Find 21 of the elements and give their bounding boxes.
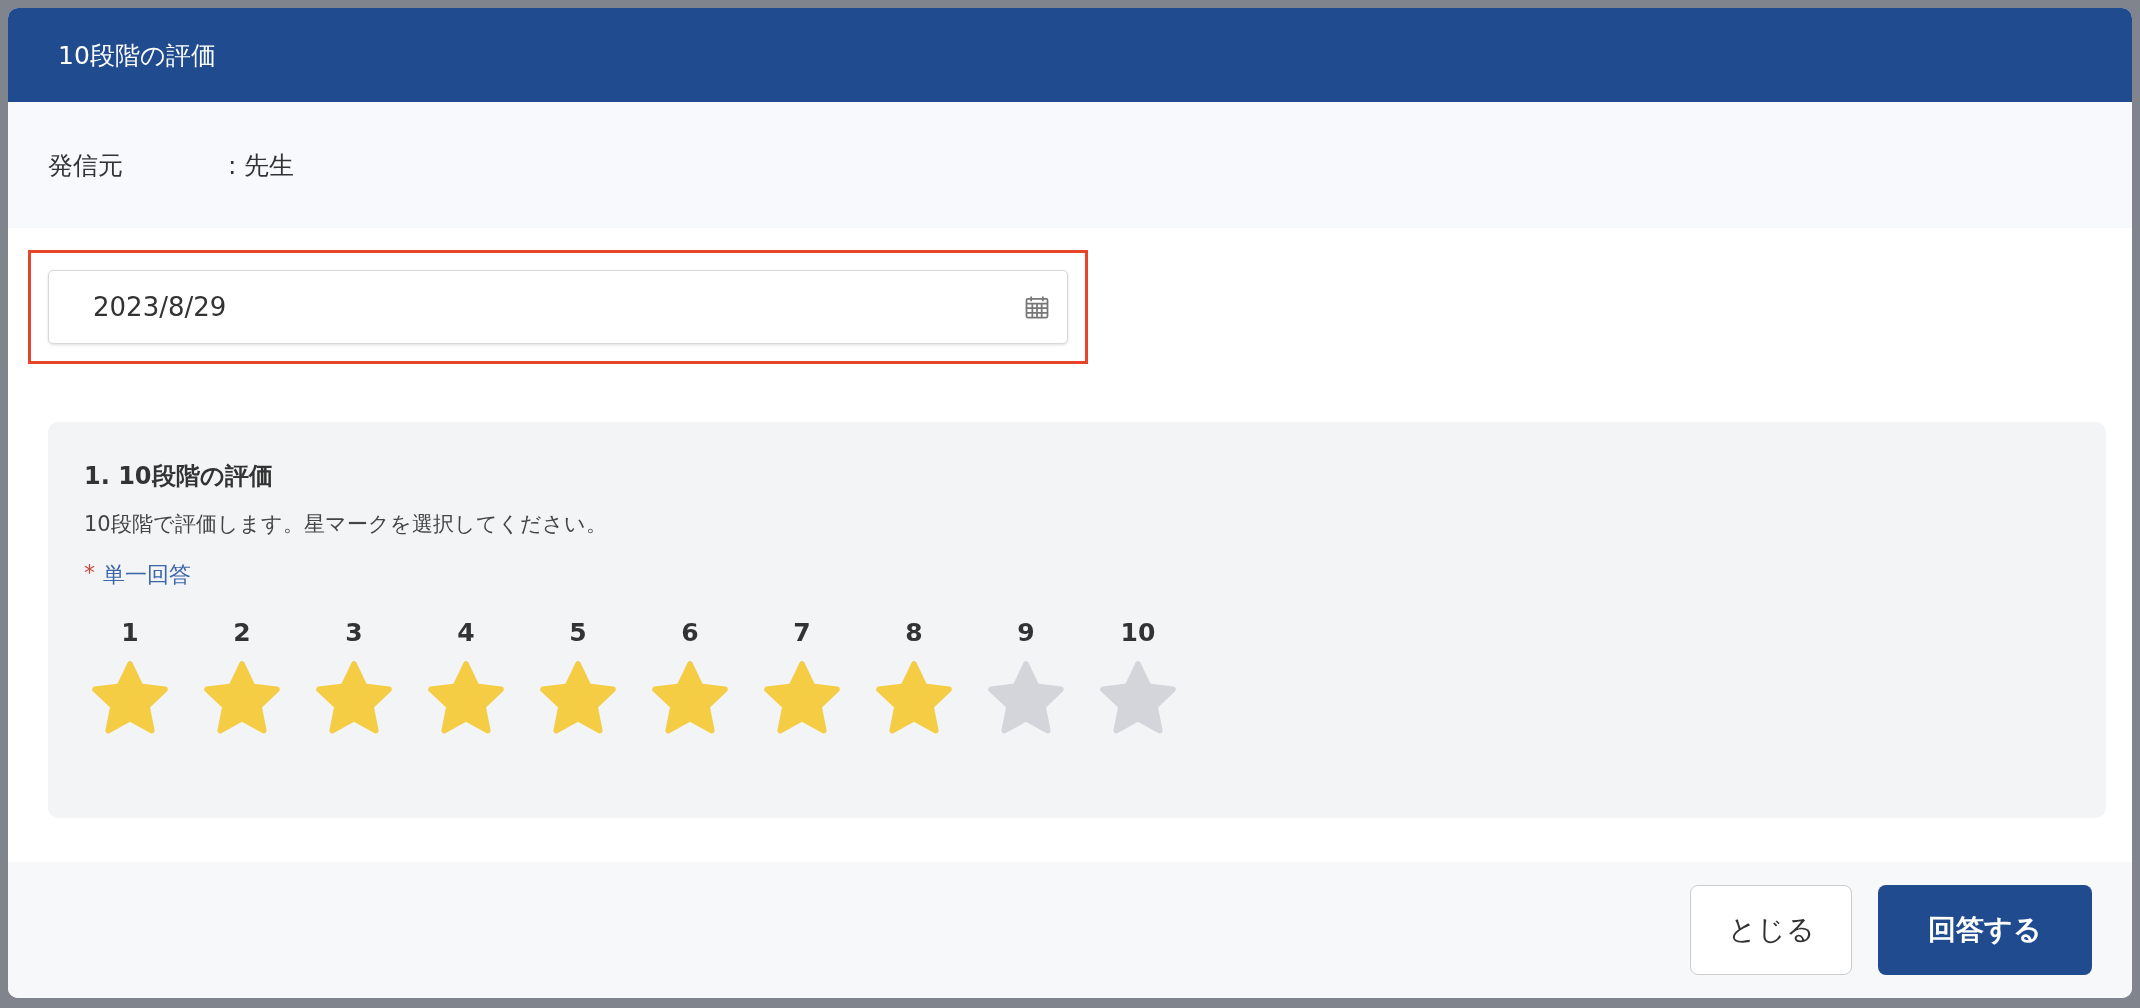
scale-number: 6 <box>681 618 699 647</box>
required-mark: * <box>84 560 95 587</box>
scale-number: 1 <box>121 618 139 647</box>
scale-number: 9 <box>1017 618 1035 647</box>
answer-button[interactable]: 回答する <box>1878 885 2092 975</box>
close-button[interactable]: とじる <box>1690 885 1852 975</box>
date-value: 2023/8/29 <box>93 292 227 322</box>
scale-number: 7 <box>793 618 811 647</box>
scale-number: 3 <box>345 618 363 647</box>
answer-type: 単一回答 <box>103 561 191 589</box>
scale-number: 2 <box>233 618 251 647</box>
question-description: 10段階で評価します。星マークを選択してください。 <box>84 511 608 538</box>
date-field[interactable]: 2023/8/29 <box>48 270 1068 344</box>
dialog-title: 10段階の評価 <box>58 39 216 72</box>
question-title: 1. 10段階の評価 <box>84 461 274 492</box>
scale-number: 5 <box>569 618 587 647</box>
sender-label: 発信元 <box>48 149 124 182</box>
scale-number: 4 <box>457 618 475 647</box>
scale-number: 10 <box>1120 618 1156 647</box>
scale-number: 8 <box>905 618 923 647</box>
sender-value: : 先生 <box>228 149 295 182</box>
